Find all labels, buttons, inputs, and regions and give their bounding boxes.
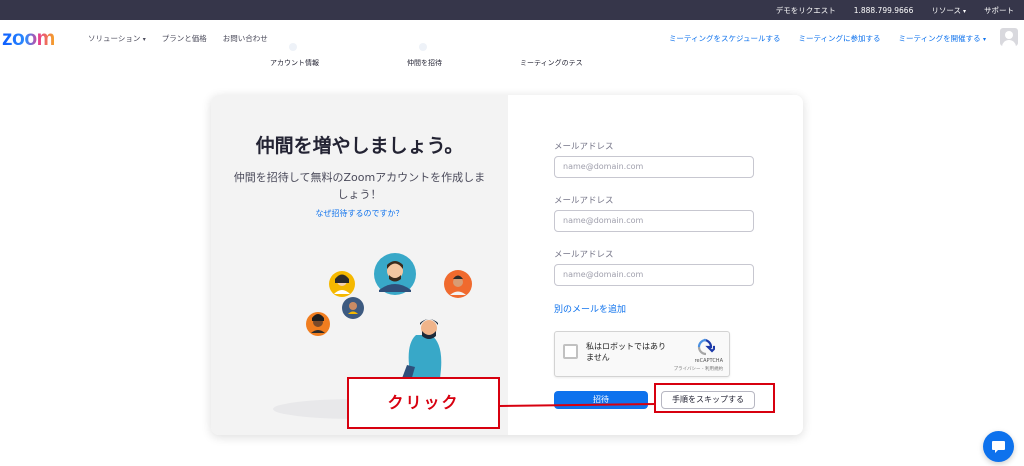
resources-menu[interactable]: リソース ▾ (931, 5, 966, 16)
recaptcha-checkbox[interactable] (563, 344, 578, 359)
recaptcha-icon (697, 338, 719, 356)
email-label: メールアドレス (554, 142, 614, 152)
chat-icon (992, 441, 1005, 453)
chevron-down-icon: ▾ (962, 7, 966, 15)
support-link[interactable]: サポート (984, 5, 1014, 16)
invite-description: 仲間を招待して無料のZoomアカウントを作成しましょう！ (233, 171, 486, 201)
add-another-email-link[interactable]: 別のメールを追加 (554, 302, 626, 315)
resources-label: リソース (931, 5, 961, 15)
recaptcha-widget: 私はロボットではありません reCAPTCHA プライバシー - 利用規約 (554, 331, 730, 377)
recaptcha-terms-link[interactable]: プライバシー - 利用規約 (674, 366, 723, 372)
email-label: メールアドレス (554, 196, 614, 206)
step-invite-colleagues: 仲間を招待 (407, 59, 442, 67)
why-invite-link[interactable]: なぜ招待するのですか？ (211, 208, 508, 219)
step-dot (419, 43, 427, 51)
email-field-2[interactable]: name@domain.com (554, 210, 754, 232)
email-label: メールアドレス (554, 250, 614, 260)
annotation-callout: クリック (347, 377, 500, 429)
email-field-3[interactable]: name@domain.com (554, 264, 754, 286)
recaptcha-label: 私はロボットではありません (586, 342, 666, 362)
request-demo-link[interactable]: デモをリクエスト (776, 5, 836, 16)
annotation-highlight-box (654, 383, 775, 413)
step-test-meeting: ミーティングのテス (520, 59, 583, 67)
top-utility-bar: デモをリクエスト 1.888.799.9666 リソース ▾ サポート (0, 0, 1024, 20)
invite-button[interactable]: 招待 (554, 391, 648, 409)
step-account-info: アカウント情報 (270, 59, 319, 67)
step-dot (289, 43, 297, 51)
progress-steps: アカウント情報 仲間を招待 ミーティングのテス (0, 40, 1024, 70)
chat-button[interactable] (983, 431, 1014, 462)
email-field-1[interactable]: name@domain.com (554, 156, 754, 178)
phone-number[interactable]: 1.888.799.9666 (854, 6, 914, 15)
page-title: 仲間を増やしましょう。 (255, 135, 464, 157)
recaptcha-brand: reCAPTCHA (694, 358, 723, 364)
